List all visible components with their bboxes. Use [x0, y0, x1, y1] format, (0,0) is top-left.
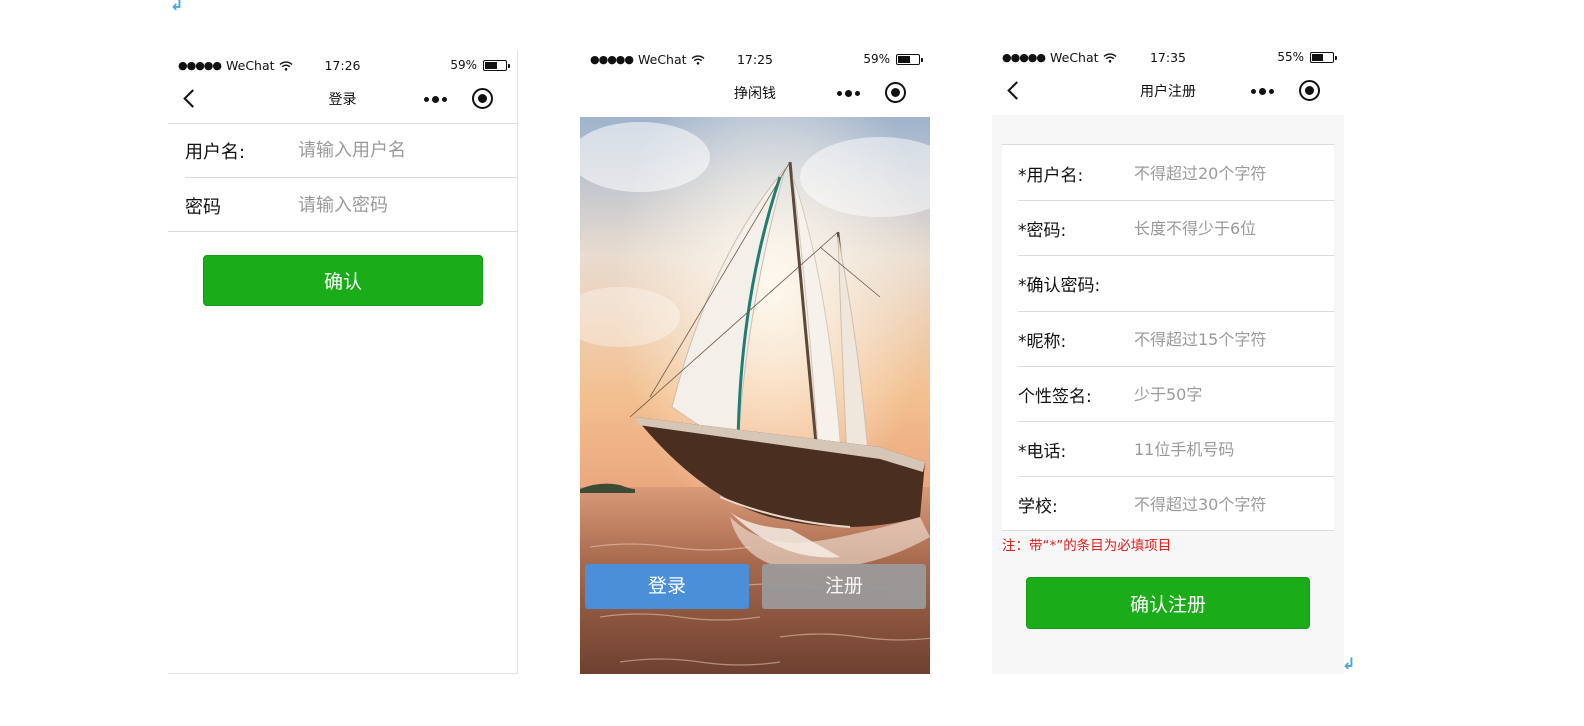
return-mark-icon: ↲ — [170, 0, 184, 14]
battery-percent: 59% — [863, 52, 890, 66]
field-label: 个性签名: — [1018, 387, 1092, 407]
username-row: 用户名: — [168, 123, 517, 177]
home-screen: ●●●●● WeChat 17:25 59% 挣闲钱 登录 注册 — [580, 44, 930, 674]
confirm-password-input[interactable] — [1134, 268, 1324, 298]
username-label: 用户名: — [185, 142, 246, 163]
close-capsule-icon[interactable] — [1299, 80, 1320, 101]
field-label: *用户名: — [1018, 166, 1084, 186]
form-row-signature: 个性签名: — [1002, 366, 1334, 421]
status-bar: ●●●●● WeChat 17:26 59% — [168, 55, 517, 75]
password-row: 密码 — [168, 178, 517, 232]
password-label: 密码 — [185, 197, 221, 218]
nav-bar: 挣闲钱 — [580, 72, 930, 112]
close-capsule-icon[interactable] — [885, 82, 906, 103]
field-label: *昵称: — [1018, 332, 1067, 352]
confirm-button[interactable]: 确认 — [203, 255, 483, 306]
form-row-confirm-password: *确认密码: — [1002, 255, 1334, 310]
page-title: 登录 — [328, 92, 357, 108]
battery-percent: 59% — [450, 58, 477, 72]
password-input[interactable] — [298, 190, 508, 220]
register-screen: ●●●●● WeChat 17:35 55% 用户注册 *用户名: *密码: — [992, 42, 1344, 674]
page-title: 挣闲钱 — [734, 86, 776, 102]
nav-bar: 登录 — [168, 78, 517, 118]
login-button[interactable]: 登录 — [585, 564, 749, 609]
form-row-nickname: *昵称: — [1002, 311, 1334, 366]
battery-icon — [1310, 51, 1337, 63]
more-icon[interactable] — [422, 94, 448, 104]
status-bar: ●●●●● WeChat 17:25 59% — [580, 49, 930, 69]
field-label: *密码: — [1018, 221, 1067, 241]
field-label: *电话: — [1018, 442, 1067, 462]
form-row-phone: *电话: — [1002, 421, 1334, 476]
signature-input[interactable] — [1134, 379, 1324, 409]
phone-input[interactable] — [1134, 434, 1324, 464]
battery-percent: 55% — [1277, 50, 1304, 64]
form-row-school: 学校: — [1002, 476, 1334, 531]
password-input[interactable] — [1134, 213, 1324, 243]
nav-bar: 用户注册 — [992, 70, 1344, 110]
register-button[interactable]: 注册 — [762, 564, 926, 609]
username-input[interactable] — [298, 135, 508, 165]
submit-register-button[interactable]: 确认注册 — [1026, 577, 1310, 629]
field-label: *确认密码: — [1018, 276, 1101, 296]
status-bar: ●●●●● WeChat 17:35 55% — [992, 47, 1344, 67]
more-icon[interactable] — [1249, 86, 1275, 96]
username-input[interactable] — [1134, 158, 1324, 188]
page-title: 用户注册 — [1140, 84, 1196, 100]
required-note: 注：带“*”的条目为必填项目 — [1002, 538, 1172, 554]
school-input[interactable] — [1134, 489, 1324, 519]
field-label: 学校: — [1018, 497, 1058, 517]
login-screen: ●●●●● WeChat 17:26 59% 登录 用户名: 密码 确认 — [168, 50, 518, 674]
form-row-password: *密码: — [1002, 200, 1334, 255]
divider — [168, 231, 517, 232]
sailboat-hero-image: 登录 注册 — [580, 117, 930, 674]
return-mark-icon: ↲ — [1342, 654, 1356, 673]
form-row-username: *用户名: — [1002, 145, 1334, 200]
register-form: *用户名: *密码: *确认密码: *昵称: 个性签名: — [1002, 144, 1334, 531]
register-form-area: *用户名: *密码: *确认密码: *昵称: 个性签名: — [992, 115, 1344, 674]
nickname-input[interactable] — [1134, 324, 1324, 354]
battery-icon — [896, 53, 923, 65]
battery-icon — [483, 59, 510, 71]
close-capsule-icon[interactable] — [472, 88, 493, 109]
more-icon[interactable] — [835, 88, 861, 98]
